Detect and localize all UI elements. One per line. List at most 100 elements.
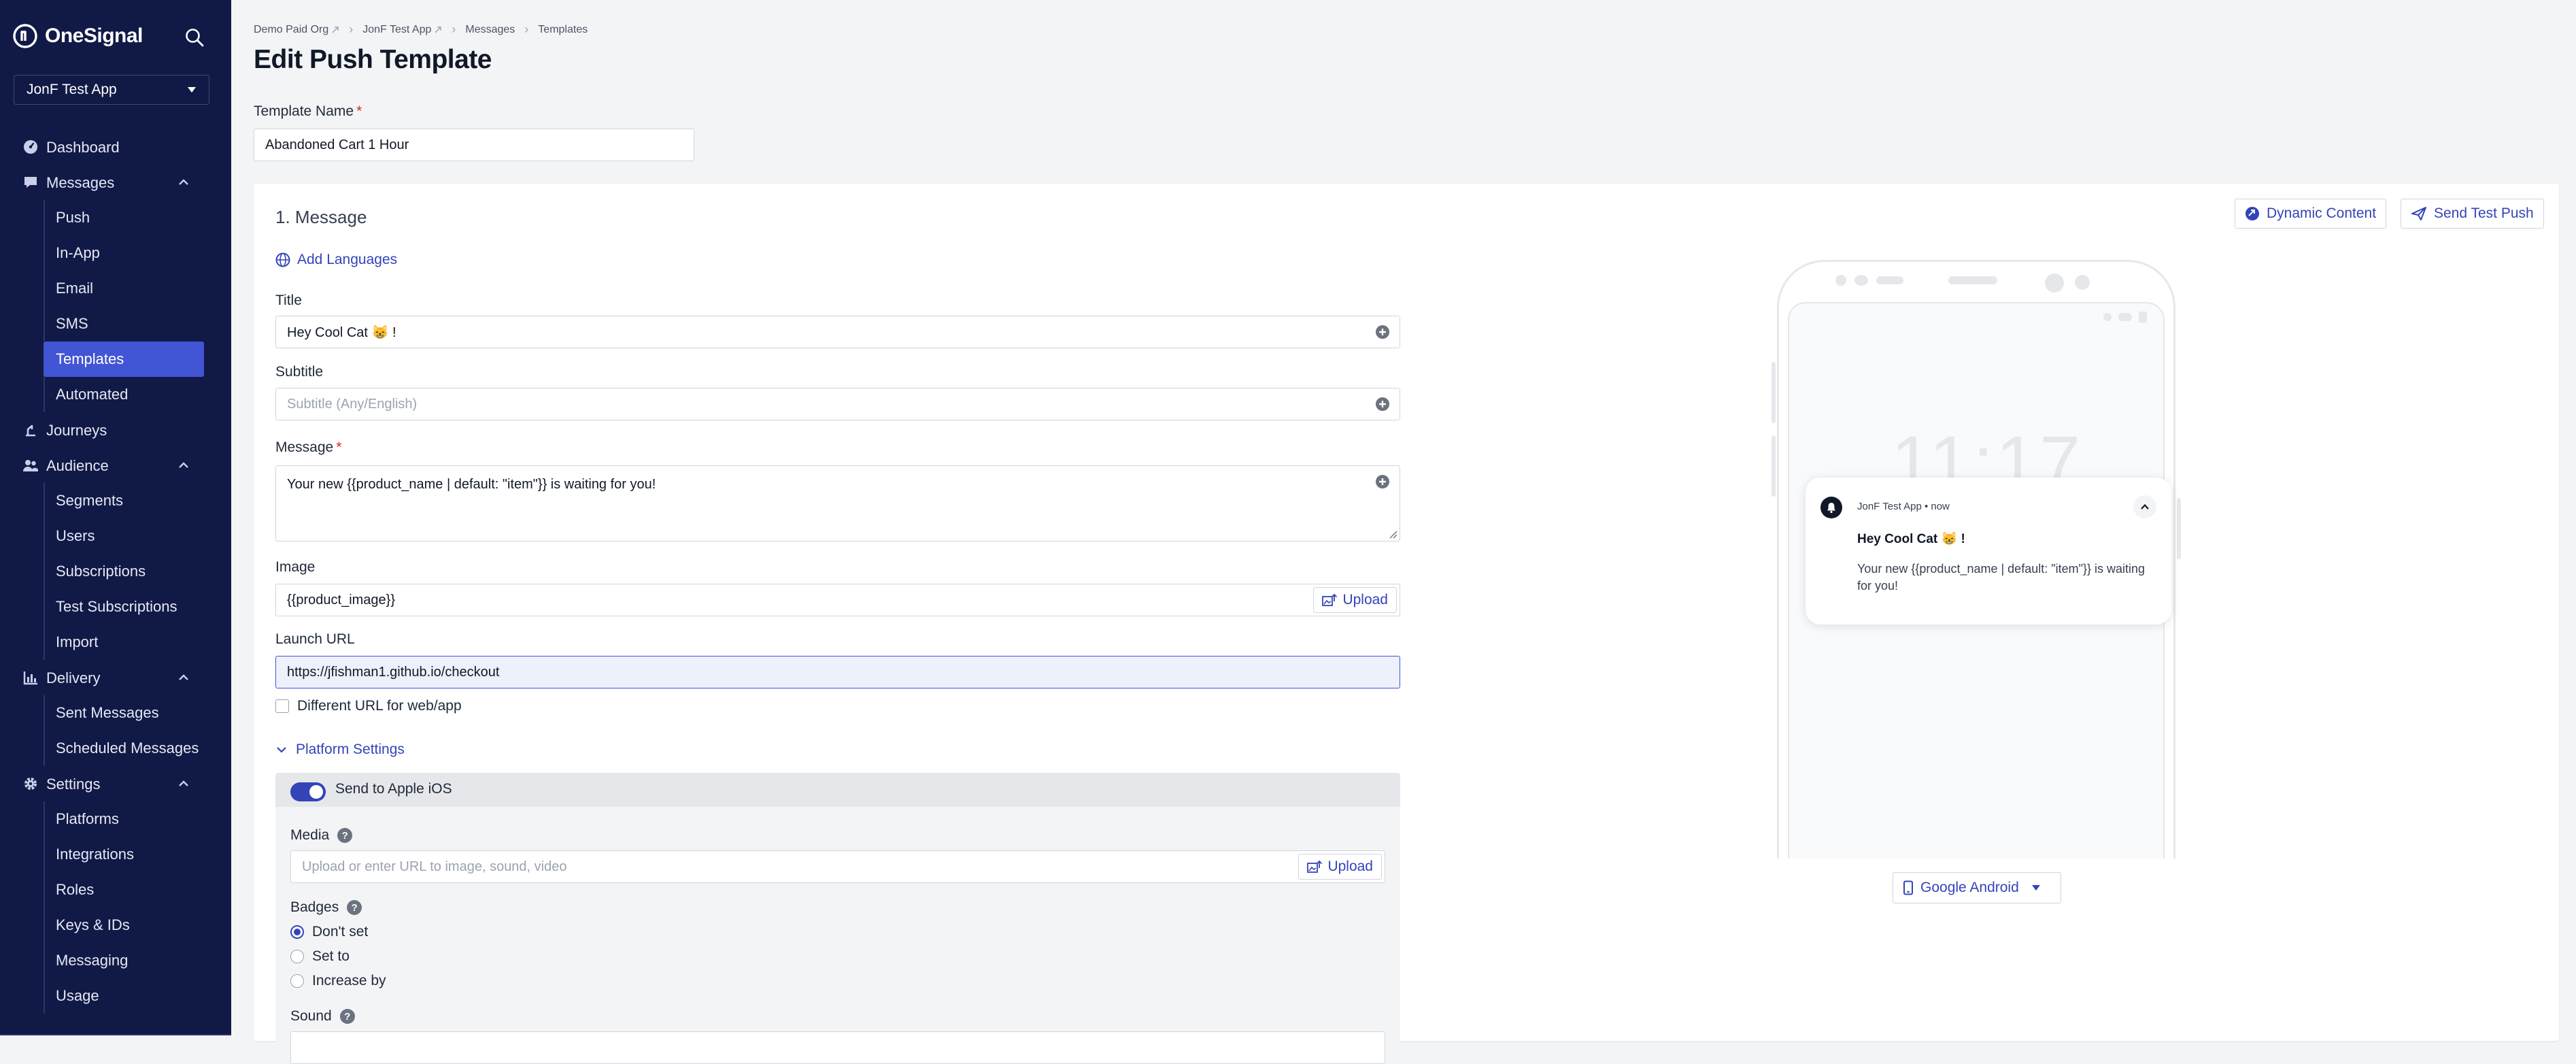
battery-icon bbox=[2139, 312, 2147, 322]
breadcrumb-separator: › bbox=[452, 22, 456, 36]
sound-input[interactable] bbox=[290, 1031, 1385, 1064]
different-url-row[interactable]: Different URL for web/app bbox=[275, 698, 462, 714]
image-input[interactable]: {{product_image}} Upload bbox=[275, 584, 1400, 616]
radio-dont-set[interactable] bbox=[290, 925, 304, 939]
platform-settings-label: Platform Settings bbox=[296, 742, 405, 757]
sidebar-item-email[interactable]: Email bbox=[44, 271, 204, 306]
sidebar-item-in-app[interactable]: In-App bbox=[44, 235, 204, 271]
sidebar-item-delivery[interactable]: Delivery bbox=[0, 660, 231, 695]
badge-option-set-to[interactable]: Set to bbox=[290, 948, 350, 965]
breadcrumb-app[interactable]: JonF Test App bbox=[362, 24, 431, 36]
sidebar-item-platforms[interactable]: Platforms bbox=[44, 801, 204, 837]
sidebar-item-journeys[interactable]: Journeys bbox=[0, 412, 231, 448]
sidebar-item-audience[interactable]: Audience bbox=[0, 448, 231, 483]
upload-label: Upload bbox=[1327, 859, 1373, 874]
title-value: Hey Cool Cat 😸 ! bbox=[287, 325, 396, 340]
chevron-up-icon[interactable] bbox=[177, 176, 190, 189]
sidebar-item-test-subscriptions[interactable]: Test Subscriptions bbox=[44, 589, 204, 625]
sidebar-item-messages[interactable]: Messages bbox=[0, 165, 231, 200]
status-bar-icon bbox=[2118, 313, 2132, 321]
subtitle-label: Subtitle bbox=[275, 364, 324, 380]
sidebar-item-segments[interactable]: Segments bbox=[44, 483, 204, 518]
phone-icon bbox=[1903, 880, 1913, 895]
sidebar-item-label: Templates bbox=[56, 350, 124, 367]
personalization-plus-icon[interactable] bbox=[1375, 325, 1390, 339]
image-value: {{product_image}} bbox=[287, 592, 396, 608]
help-icon[interactable]: ? bbox=[347, 900, 362, 915]
dynamic-content-label: Dynamic Content bbox=[2267, 205, 2377, 221]
media-label-row: Media ? bbox=[290, 827, 353, 844]
radio-increase-by[interactable] bbox=[290, 974, 304, 988]
breadcrumb-org[interactable]: Demo Paid Org bbox=[254, 24, 328, 36]
media-input[interactable]: Upload or enter URL to image, sound, vid… bbox=[290, 850, 1385, 883]
toggle-knob bbox=[309, 785, 323, 799]
sidebar-item-messaging[interactable]: Messaging bbox=[44, 943, 204, 978]
sidebar-item-subscriptions[interactable]: Subscriptions bbox=[44, 554, 204, 589]
phone-sensor bbox=[2075, 275, 2090, 290]
sidebar-item-label: Audience bbox=[46, 457, 109, 474]
journeys-icon bbox=[26, 425, 35, 437]
badge-option-dont-set[interactable]: Don't set bbox=[290, 924, 368, 940]
breadcrumb-templates[interactable]: Templates bbox=[538, 24, 588, 36]
sidebar-item-label: In-App bbox=[56, 244, 100, 261]
sidebar-item-keys-ids[interactable]: Keys & IDs bbox=[44, 908, 204, 943]
sidebar-item-scheduled-messages[interactable]: Scheduled Messages bbox=[44, 731, 204, 766]
media-placeholder: Upload or enter URL to image, sound, vid… bbox=[302, 859, 567, 874]
add-languages-link[interactable]: Add Languages bbox=[275, 252, 397, 268]
sidebar-item-label: Email bbox=[56, 280, 94, 297]
sidebar-search-button[interactable] bbox=[181, 24, 208, 51]
send-test-push-button[interactable]: Send Test Push bbox=[2401, 199, 2544, 229]
upload-image-icon bbox=[1307, 860, 1323, 873]
send-to-ios-toggle[interactable] bbox=[290, 782, 326, 801]
image-upload-button[interactable]: Upload bbox=[1313, 587, 1397, 613]
sidebar-item-sms[interactable]: SMS bbox=[44, 306, 204, 342]
notification-collapse-button[interactable] bbox=[2133, 495, 2156, 518]
onesignal-logo[interactable]: OneSignal bbox=[12, 23, 143, 49]
globe-icon bbox=[275, 252, 290, 267]
sidebar-item-sent-messages[interactable]: Sent Messages bbox=[44, 695, 204, 731]
badge-option-label: Set to bbox=[312, 948, 350, 964]
sidebar-item-roles[interactable]: Roles bbox=[44, 872, 204, 908]
launch-url-input[interactable]: https://jfishman1.github.io/checkout bbox=[275, 656, 1400, 688]
help-icon[interactable]: ? bbox=[337, 828, 353, 843]
breadcrumb-messages[interactable]: Messages bbox=[465, 24, 515, 36]
sidebar-item-import[interactable]: Import bbox=[44, 625, 204, 660]
phone-camera bbox=[2045, 273, 2064, 293]
sidebar-item-dashboard[interactable]: Dashboard bbox=[0, 129, 231, 165]
platform-settings-toggle[interactable]: Platform Settings bbox=[275, 742, 405, 758]
sound-label-row: Sound ? bbox=[290, 1008, 355, 1025]
sidebar-item-automated[interactable]: Automated bbox=[44, 377, 204, 412]
sidebar-item-label: Automated bbox=[56, 386, 129, 403]
sidebar: OneSignal JonF Test App Dashboard Messag… bbox=[0, 0, 231, 1035]
title-input[interactable]: Hey Cool Cat 😸 ! bbox=[275, 316, 1400, 348]
send-to-ios-label: Send to Apple iOS bbox=[335, 781, 452, 797]
bar-chart-icon bbox=[23, 671, 37, 685]
app-selector[interactable]: JonF Test App bbox=[14, 75, 209, 105]
breadcrumb-separator: › bbox=[349, 22, 354, 36]
sidebar-item-integrations[interactable]: Integrations bbox=[44, 837, 204, 872]
sidebar-item-templates[interactable]: Templates bbox=[44, 342, 204, 377]
chevron-up-icon[interactable] bbox=[177, 671, 190, 684]
gear-icon bbox=[24, 778, 37, 790]
badge-option-increase-by[interactable]: Increase by bbox=[290, 973, 386, 989]
media-label: Media bbox=[290, 827, 330, 843]
message-textarea[interactable]: Your new {{product_name | default: "item… bbox=[275, 465, 1400, 542]
dynamic-content-button[interactable]: Dynamic Content bbox=[2235, 199, 2387, 229]
subtitle-input[interactable]: Subtitle (Any/English) bbox=[275, 388, 1400, 420]
sidebar-item-settings[interactable]: Settings bbox=[0, 766, 231, 801]
sidebar-item-users[interactable]: Users bbox=[44, 518, 204, 554]
media-upload-button[interactable]: Upload bbox=[1298, 854, 1382, 880]
template-name-input[interactable]: Abandoned Cart 1 Hour bbox=[254, 129, 694, 161]
different-url-checkbox[interactable] bbox=[275, 699, 289, 713]
chevron-up-icon[interactable] bbox=[177, 459, 190, 472]
sidebar-item-usage[interactable]: Usage bbox=[44, 978, 204, 1014]
resize-handle-icon[interactable] bbox=[1388, 529, 1397, 539]
preview-platform-select[interactable]: Google Android bbox=[1893, 872, 2061, 903]
personalization-plus-icon[interactable] bbox=[1375, 397, 1390, 412]
help-icon[interactable]: ? bbox=[339, 1009, 355, 1024]
radio-set-to[interactable] bbox=[290, 950, 304, 963]
sidebar-item-push[interactable]: Push bbox=[44, 200, 204, 235]
phone-screen: 11:17 JonF Test App • now Hey Cool Cat 😸… bbox=[1788, 302, 2171, 859]
chevron-up-icon[interactable] bbox=[177, 777, 190, 791]
personalization-plus-icon[interactable] bbox=[1375, 474, 1390, 489]
